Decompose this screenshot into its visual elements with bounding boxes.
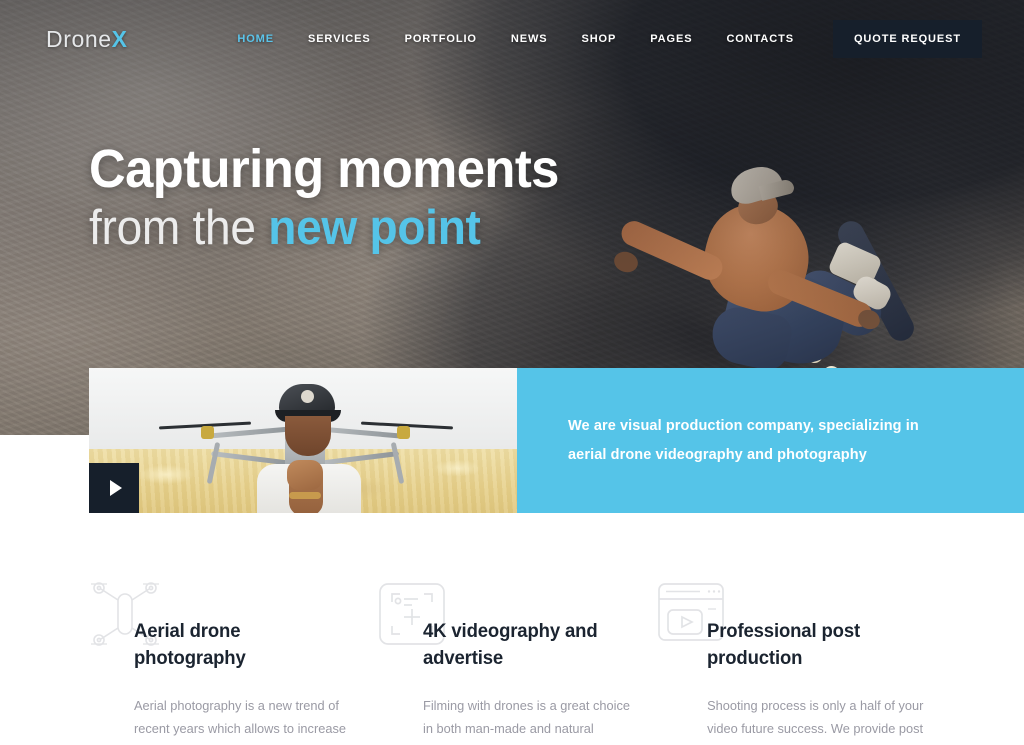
feature-description: Aerial photography is a new trend of rec… <box>134 697 346 737</box>
promo-band: We are visual production company, specia… <box>89 368 1024 513</box>
feature-description: Filming with drones is a great choice in… <box>423 697 630 737</box>
hero-headline: Capturing moments from the new point <box>89 141 589 255</box>
hero-headline-line1: Capturing moments <box>89 139 559 199</box>
promo-text-panel: We are visual production company, specia… <box>517 368 1024 513</box>
nav-item-portfolio[interactable]: PORTFOLIO <box>388 33 494 45</box>
play-icon[interactable] <box>89 463 139 513</box>
nav-menu: HOME SERVICES PORTFOLIO NEWS SHOP PAGES … <box>220 33 811 45</box>
feature-description: Shooting process is only a half of your … <box>707 697 924 737</box>
nav-item-shop[interactable]: SHOP <box>564 33 633 45</box>
features-section: Aerial drone photography Aerial photogra… <box>0 560 1024 745</box>
hero-headline-line2-light: from the <box>89 201 256 256</box>
promo-tagline: We are visual production company, specia… <box>568 418 919 463</box>
feature-title: Professional post production <box>707 620 861 669</box>
site-logo[interactable]: DroneX <box>46 26 128 53</box>
page-root: DroneX HOME SERVICES PORTFOLIO NEWS SHOP… <box>0 0 1024 745</box>
feature-title: 4K videography and advertise <box>423 620 598 669</box>
feature-card-aerial-drone-photography[interactable]: Aerial drone photography Aerial photogra… <box>89 560 376 745</box>
logo-accent-letter: X <box>111 25 128 52</box>
nav-item-home[interactable]: HOME <box>220 33 291 45</box>
hero-headline-line2: from the new point <box>89 201 559 256</box>
nav-item-news[interactable]: NEWS <box>494 33 565 45</box>
feature-title: Aerial drone photography <box>134 620 246 669</box>
nav-item-services[interactable]: SERVICES <box>291 33 388 45</box>
nav-item-pages[interactable]: PAGES <box>633 33 709 45</box>
hero-headline-line2-accent: new point <box>268 201 481 256</box>
main-navigation: DroneX HOME SERVICES PORTFOLIO NEWS SHOP… <box>0 0 1024 78</box>
play-triangle-icon <box>109 480 122 496</box>
logo-text: Drone <box>46 25 112 52</box>
feature-card-post-production[interactable]: Professional post production Shooting pr… <box>655 560 952 745</box>
video-thumbnail[interactable] <box>89 368 517 513</box>
quote-request-button[interactable]: QUOTE REQUEST <box>832 20 982 58</box>
nav-item-contacts[interactable]: CONTACTS <box>709 33 811 45</box>
feature-card-4k-videography[interactable]: 4K videography and advertise Filming wit… <box>376 560 655 745</box>
